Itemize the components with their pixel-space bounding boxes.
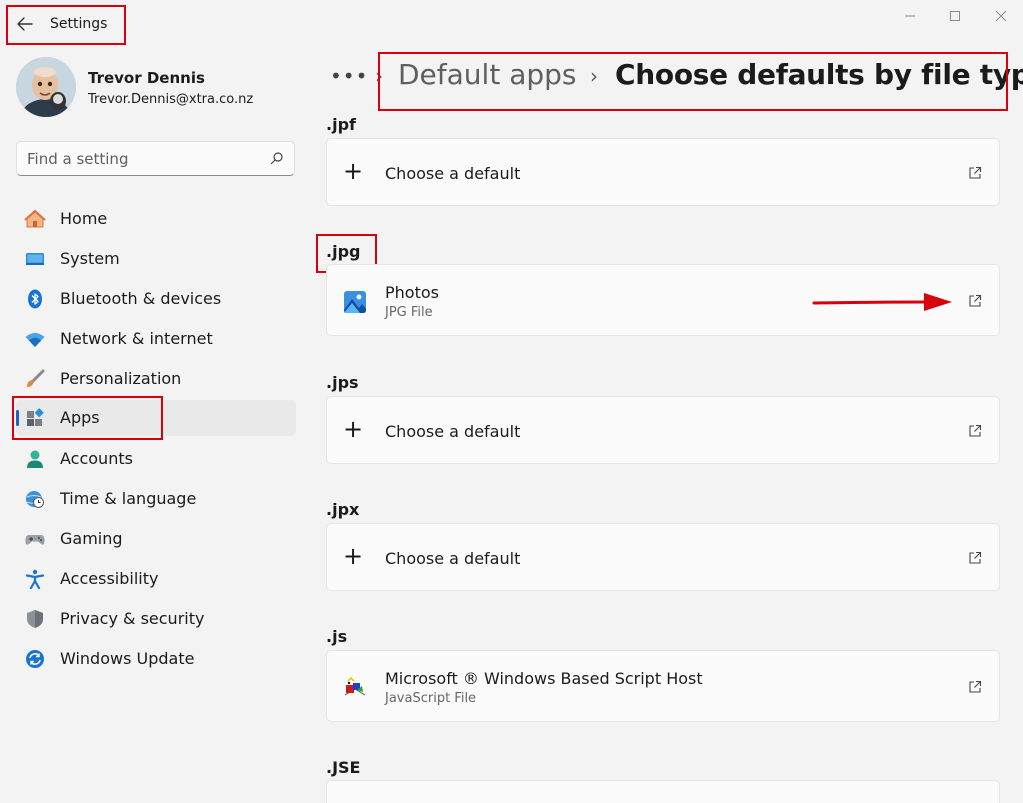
nav-item-label: Time & language [60, 489, 197, 508]
close-icon [995, 10, 1007, 22]
accessibility-icon [25, 569, 45, 589]
nav-item-windows-update[interactable]: Windows Update [16, 641, 296, 677]
app-title: Settings [50, 16, 108, 32]
nav-item-label: Network & internet [60, 329, 213, 348]
user-email: Trevor.Dennis@xtra.co.nz [88, 92, 254, 107]
minimize-button[interactable] [900, 8, 920, 24]
plus-icon: + [343, 157, 364, 185]
file-type-default-card[interactable]: + Choose a default [326, 138, 1000, 206]
nav-item-personalization[interactable]: Personalization [16, 361, 296, 397]
choose-default-label: Choose a default [385, 549, 521, 568]
brush-icon [27, 369, 45, 387]
search-input[interactable] [27, 142, 267, 175]
nav-item-network[interactable]: Network & internet [16, 321, 296, 357]
file-extension-label: .jpf [326, 115, 356, 134]
search-icon[interactable] [270, 151, 284, 165]
maximize-button[interactable] [945, 8, 965, 24]
file-type-description: JavaScript File [385, 691, 477, 706]
apps-icon [27, 408, 44, 426]
nav-item-gaming[interactable]: Gaming [16, 521, 296, 557]
minimize-icon [905, 15, 915, 17]
bluetooth-icon [28, 289, 42, 309]
breadcrumb-separator: › [375, 64, 383, 88]
breadcrumb-parent-link[interactable]: Default apps [398, 58, 577, 91]
nav-item-label: Home [60, 209, 108, 228]
open-external-icon [969, 551, 982, 564]
person-icon [27, 450, 43, 468]
file-extension-label: .jps [326, 373, 359, 392]
back-arrow-icon [17, 17, 33, 31]
gamepad-icon [25, 535, 45, 545]
avatar-image [16, 57, 76, 117]
nav-item-label: Personalization [60, 369, 182, 388]
nav-item-label: Bluetooth & devices [60, 289, 222, 308]
globe-clock-icon [26, 491, 44, 508]
open-external-icon [969, 294, 982, 307]
breadcrumb-overflow-button[interactable]: ••• [330, 64, 368, 88]
open-external-icon [969, 680, 982, 693]
back-button[interactable] [16, 14, 34, 34]
avatar[interactable] [16, 57, 76, 117]
wifi-icon [25, 333, 45, 347]
file-type-description: JPG File [385, 305, 433, 320]
file-extension-label: .JSE [326, 758, 361, 777]
nav-item-label: Accessibility [60, 569, 159, 588]
close-button[interactable] [991, 8, 1011, 24]
open-external-icon [969, 166, 982, 179]
default-app-name: Microsoft ® Windows Based Script Host [385, 669, 703, 688]
nav-item-label: Windows Update [60, 649, 195, 668]
file-type-default-card[interactable] [326, 780, 1000, 803]
nav-item-label: Apps [60, 408, 100, 427]
home-icon [24, 209, 46, 228]
system-icon [26, 253, 44, 265]
nav-item-label: System [60, 249, 120, 268]
file-type-default-card[interactable]: + Choose a default [326, 396, 1000, 464]
search-box [16, 141, 295, 176]
plus-icon: + [343, 415, 364, 443]
file-type-default-card[interactable]: Microsoft ® Windows Based Script Host Ja… [326, 650, 1000, 722]
plus-icon: + [343, 542, 364, 570]
breadcrumb-separator: › [590, 64, 598, 88]
nav-item-privacy-security[interactable]: Privacy & security [16, 601, 296, 637]
user-name: Trevor Dennis [88, 69, 205, 87]
file-extension-label: .js [326, 627, 348, 646]
nav-item-label: Gaming [60, 529, 123, 548]
file-extension-label: .jpg [326, 242, 361, 261]
selection-indicator [16, 410, 19, 426]
script-host-icon [344, 676, 366, 696]
update-icon [26, 650, 44, 668]
file-type-default-card[interactable]: + Choose a default [326, 523, 1000, 591]
choose-default-label: Choose a default [385, 164, 521, 183]
photos-icon [344, 291, 366, 313]
nav-item-label: Accounts [60, 449, 133, 468]
maximize-icon [950, 11, 960, 21]
page-title: Choose defaults by file type [615, 58, 1023, 91]
choose-default-label: Choose a default [385, 422, 521, 441]
default-app-name: Photos [385, 283, 439, 302]
nav-item-bluetooth[interactable]: Bluetooth & devices [16, 281, 296, 317]
file-extension-label: .jpx [326, 500, 360, 519]
nav-item-accessibility[interactable]: Accessibility [16, 561, 296, 597]
shield-icon [27, 610, 43, 628]
nav-item-label: Privacy & security [60, 609, 205, 628]
annotation-arrow [812, 293, 952, 311]
nav-item-accounts[interactable]: Accounts [16, 441, 296, 477]
open-external-icon [969, 424, 982, 437]
nav-item-time-language[interactable]: Time & language [16, 481, 296, 517]
nav-item-home[interactable]: Home [16, 201, 296, 237]
nav-item-apps[interactable]: Apps [16, 400, 296, 436]
nav-item-system[interactable]: System [16, 241, 296, 277]
